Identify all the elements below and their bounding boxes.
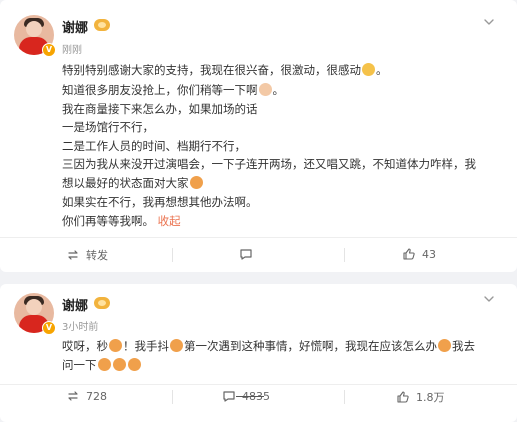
verified-badge-icon: V bbox=[42, 321, 56, 335]
strike-line bbox=[236, 396, 264, 397]
face-emoji-icon bbox=[109, 339, 122, 352]
vip-crown-icon bbox=[94, 297, 110, 309]
post-text-line: 问一下 bbox=[62, 357, 142, 373]
post-text-line: 想以最好的状态面对大家 bbox=[62, 175, 204, 191]
comment-button[interactable] bbox=[239, 247, 259, 261]
post-text-line: 一是场馆行不行， bbox=[62, 120, 154, 134]
repost-button[interactable]: 728 bbox=[66, 389, 107, 403]
thumbs-up-icon bbox=[403, 248, 415, 260]
post-text-line: 二是工作人员的时间、档期行不行， bbox=[62, 139, 246, 153]
post-text-line: 你们再等等我啊。 收起 bbox=[62, 214, 181, 228]
repost-icon bbox=[68, 250, 78, 260]
post-text-line: 哎呀，秒 ！我手抖 第一次遇到这种事情，好慌啊，我现在应该怎么办 我去 bbox=[62, 339, 475, 353]
author-name[interactable]: 谢娜 bbox=[62, 295, 88, 314]
like-button[interactable]: 43 bbox=[402, 247, 436, 261]
collapse-link[interactable]: 收起 bbox=[158, 214, 181, 228]
hand-emoji-icon bbox=[258, 83, 272, 96]
author-name[interactable]: 谢娜 bbox=[62, 17, 88, 36]
comment-icon bbox=[223, 391, 235, 402]
post-text-line: 如果实在不行，我再想想其他办法啊。 bbox=[62, 195, 258, 209]
face-emoji-icon bbox=[438, 339, 451, 352]
chevron-down-icon[interactable] bbox=[483, 293, 495, 305]
thumbs-up-icon bbox=[397, 391, 409, 403]
comment-icon bbox=[240, 249, 252, 260]
post-time[interactable]: 3小时前 bbox=[62, 318, 98, 333]
divider bbox=[0, 237, 517, 238]
post-time[interactable]: 刚刚 bbox=[62, 41, 82, 56]
face-emoji-icon bbox=[112, 358, 126, 371]
repost-icon bbox=[68, 391, 78, 401]
divider bbox=[0, 384, 517, 385]
post-text-line: 三因为我从来没开过演唱会，一下子连开两场，还又唱又跳，不知道体力咋样，我 bbox=[62, 157, 476, 171]
face-emoji-icon bbox=[127, 358, 141, 371]
sob-emoji-icon bbox=[362, 63, 375, 76]
face-emoji-icon bbox=[170, 339, 183, 352]
like-button[interactable]: 1.8万 bbox=[396, 389, 445, 405]
post-text-line: 知道很多朋友没抢上，你们稍等一下啊。 bbox=[62, 83, 284, 97]
repost-button[interactable]: 转发 bbox=[66, 247, 108, 263]
post-text-line: 特别特别感谢大家的支持，我现在很兴奋，很激动，很感动。 bbox=[62, 63, 388, 77]
verified-badge-icon: V bbox=[42, 43, 56, 57]
post-text-line: 我在商量接下来怎么办，如果加场的话 bbox=[62, 102, 258, 116]
vip-crown-icon bbox=[94, 19, 110, 31]
chevron-down-icon[interactable] bbox=[483, 16, 495, 28]
face-emoji-icon bbox=[189, 176, 203, 189]
face-emoji-icon bbox=[97, 358, 111, 371]
